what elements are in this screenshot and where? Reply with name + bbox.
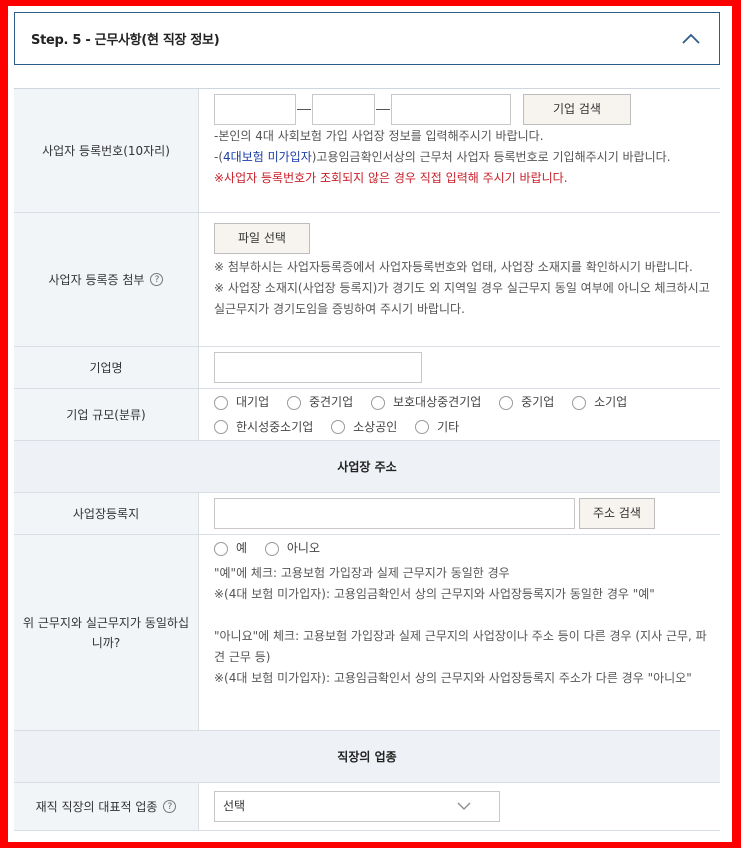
- row-industry: 재직 직장의 대표적 업종 ? 선택: [14, 783, 720, 831]
- business-number-note3: ※사업자 등록번호가 조회되지 않은 경우 직접 입력해 주시기 바랍니다.: [214, 171, 568, 185]
- radio-label: 아니오: [286, 541, 320, 555]
- file-select-button[interactable]: 파일 선택: [214, 223, 310, 254]
- radio-yes[interactable]: 예: [214, 538, 247, 559]
- dash-separator: [376, 108, 390, 110]
- radio-size-0[interactable]: 대기업: [214, 392, 269, 413]
- radio-circle[interactable]: [415, 420, 430, 434]
- step-header[interactable]: Step. 5 - 근무사항(현 직장 정보): [14, 12, 720, 65]
- industry-label-cell: 재직 직장의 대표적 업종 ?: [14, 783, 199, 830]
- certificate-note1: ※ 첨부하시는 사업자등록증에서 사업자등록번호와 업태, 사업장 소재지를 확…: [214, 260, 693, 274]
- step-title: Step. 5 - 근무사항(현 직장 정보): [31, 33, 220, 48]
- certificate-label: 사업자 등록증 첨부: [48, 272, 145, 287]
- page-frame: Step. 5 - 근무사항(현 직장 정보) 사업자 등록번호(10자리) 기…: [8, 6, 732, 842]
- same-workplace-note: ※(4대 보험 미가입자): 고용임금확인서 상의 근무지와 사업장등록지가 동…: [214, 586, 655, 601]
- work-info-form: 사업자 등록번호(10자리) 기업 검색 -본인의 4대 사회보험 가입 사업장…: [14, 88, 720, 831]
- radio-size-2[interactable]: 보호대상중견기업: [370, 392, 482, 413]
- row-address: 사업장등록지 주소 검색: [14, 493, 720, 535]
- business-number-part2-input[interactable]: [312, 93, 375, 125]
- dash-separator: [297, 108, 311, 110]
- radio-size-6[interactable]: 소상공인: [331, 417, 397, 438]
- radio-label: 예: [236, 541, 248, 555]
- note2-prefix: -(: [214, 150, 224, 164]
- company-name-input[interactable]: [214, 352, 422, 383]
- same-workplace-note: ※(4대 보험 미가입자): 고용임금확인서 상의 근무지와 사업장등록지 주소…: [214, 670, 692, 685]
- radio-label: 한시성중소기업: [236, 419, 314, 434]
- radio-size-5[interactable]: 한시성중소기업: [214, 417, 313, 438]
- business-number-note2: -(4대보험 미가입자)고용임금확인서상의 근무처 사업자 등록번호로 기입해주…: [214, 147, 710, 168]
- business-number-label: 사업자 등록번호(10자리): [14, 89, 199, 212]
- company-size-label: 기업 규모(분류): [14, 389, 199, 440]
- address-label: 사업장등록지: [14, 493, 199, 534]
- row-same-workplace: 위 근무지와 실근무지가 동일하십니까? 예 아니오 "예"에 체크: 고용보험…: [14, 535, 720, 731]
- question-circle-icon[interactable]: ?: [163, 800, 177, 813]
- radio-size-1[interactable]: 중견기업: [286, 392, 354, 413]
- address-input[interactable]: [214, 498, 575, 529]
- radio-label: 대기업: [236, 395, 270, 409]
- radio-circle[interactable]: [572, 395, 587, 410]
- industry-select-value: 선택: [223, 799, 246, 813]
- radio-circle[interactable]: [370, 395, 385, 410]
- same-workplace-label: 위 근무지와 실근무지가 동일하십니까?: [14, 535, 199, 730]
- radio-size-7[interactable]: 기타: [415, 417, 459, 438]
- radio-size-4[interactable]: 소기업: [572, 392, 627, 413]
- radio-label: 소상공인: [353, 419, 398, 434]
- industry-select[interactable]: 선택: [214, 791, 500, 822]
- company-name-label: 기업명: [14, 347, 199, 388]
- chevron-down-icon: [457, 796, 471, 817]
- radio-circle[interactable]: [286, 395, 301, 410]
- row-company-size: 기업 규모(분류) 대기업 중견기업 보호대상중견기업 중기업 소기업 한시성중…: [14, 389, 720, 441]
- chevron-up-icon[interactable]: [671, 19, 711, 59]
- question-circle-icon[interactable]: ?: [150, 273, 164, 286]
- row-certificate: 사업자 등록증 첨부 ? 파일 선택 ※ 첨부하시는 사업자등록증에서 사업자등…: [14, 213, 720, 347]
- radio-label: 중기업: [521, 395, 555, 409]
- radio-circle[interactable]: [214, 541, 228, 556]
- radio-circle[interactable]: [214, 395, 228, 410]
- row-company-name: 기업명: [14, 347, 720, 389]
- same-workplace-note: "예"에 체크: 고용보험 가입장과 실제 근무지가 동일한 경우: [214, 565, 510, 580]
- radio-label: 소기업: [594, 395, 628, 409]
- radio-label: 기타: [437, 419, 460, 434]
- certificate-label-cell: 사업자 등록증 첨부 ?: [14, 213, 199, 346]
- company-search-button[interactable]: 기업 검색: [523, 93, 631, 125]
- industry-section-header: 직장의 업종: [14, 731, 720, 783]
- radio-circle[interactable]: [331, 420, 346, 434]
- radio-label: 중견기업: [308, 395, 354, 409]
- radio-circle[interactable]: [499, 395, 514, 410]
- note2-suffix: )고용임금확인서상의 근무처 사업자 등록번호로 기입해주시기 바랍니다.: [311, 150, 671, 164]
- business-number-note1: -본인의 4대 사회보험 가입 사업장 정보를 입력해주시기 바랍니다.: [214, 129, 544, 143]
- radio-circle[interactable]: [264, 541, 279, 556]
- address-search-button[interactable]: 주소 검색: [579, 498, 655, 529]
- certificate-note2: ※ 사업장 소재지(사업장 등록지)가 경기도 외 지역일 경우 실근무지 동일…: [214, 281, 710, 316]
- row-business-number: 사업자 등록번호(10자리) 기업 검색 -본인의 4대 사회보험 가입 사업장…: [14, 89, 720, 213]
- address-section-header: 사업장 주소: [14, 441, 720, 493]
- industry-label: 재직 직장의 대표적 업종: [35, 799, 158, 814]
- business-number-part3-input[interactable]: [391, 93, 511, 125]
- radio-label: 보호대상중견기업: [392, 395, 482, 409]
- radio-no[interactable]: 아니오: [264, 538, 320, 559]
- radio-size-3[interactable]: 중기업: [499, 392, 554, 413]
- radio-circle[interactable]: [214, 420, 228, 434]
- same-workplace-note: "아니요"에 체크: 고용보험 가입장과 실제 근무지의 사업장이나 주소 등이…: [214, 628, 707, 664]
- note2-highlight: 4대보험 미가입자: [223, 150, 312, 164]
- business-number-part1-input[interactable]: [214, 93, 296, 125]
